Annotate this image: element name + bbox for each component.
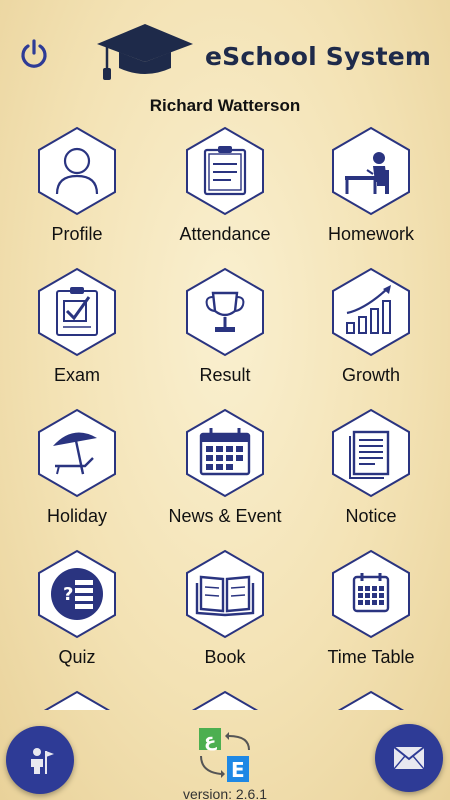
menu-item-result[interactable]: Result [150,261,300,402]
app-title: eSchool System [205,42,432,71]
quiz-icon: ? [38,549,116,639]
homework-icon [332,126,410,216]
menu-item-quiz[interactable]: ? Quiz [2,543,152,684]
menu-item-label: Exam [53,365,100,385]
app-header: eSchool System [0,0,450,90]
menu-item-label: Time Table [327,647,415,667]
svg-text:E: E [231,758,245,782]
visit-button[interactable] [6,726,74,794]
menu-item-label: Result [199,365,251,385]
menu-item-label: News & Event [168,506,282,526]
timetable-icon [332,549,410,639]
calendar-icon [186,408,264,498]
menu-item-label: Book [204,647,246,667]
mail-button[interactable] [375,724,443,792]
menu-item-book[interactable]: Book [150,543,300,684]
profile-icon [38,126,116,216]
menu-item-growth[interactable]: Growth [296,261,446,402]
menu-item-label: Profile [51,224,103,244]
menu-item-holiday[interactable]: Holiday [2,402,152,543]
growth-chart-icon [332,267,410,357]
menu-grid: Profile Attendance Homework Exam Result … [0,120,450,710]
menu-item-exam[interactable]: Exam [2,261,152,402]
menu-item-profile[interactable]: Profile [2,120,152,261]
trophy-icon [186,267,264,357]
beach-umbrella-icon [38,408,116,498]
brand-logo: ع E [193,726,257,786]
menu-item-news-event[interactable]: News & Event [150,402,300,543]
book-icon [186,549,264,639]
version-label: version: 2.6.1 [182,786,268,800]
user-name: Richard Watterson [149,96,301,115]
menu-item-notice[interactable]: Notice [296,402,446,543]
attendance-icon [186,126,264,216]
menu-item-label: Homework [327,224,415,244]
svg-text:?: ? [63,584,73,605]
exam-icon [38,267,116,357]
e-learning-logo-icon: ع E [199,728,250,782]
menu-item-label: Attendance [179,224,271,244]
menu-item-time-table[interactable]: Time Table [296,543,446,684]
mail-icon [393,746,425,770]
menu-item-label: Notice [345,506,397,526]
power-icon [21,39,47,68]
svg-text:ع: ع [204,730,217,751]
menu-item-label: Growth [341,365,401,385]
menu-item-attendance[interactable]: Attendance [150,120,300,261]
menu-item-homework[interactable]: Homework [296,120,446,261]
graduation-cap-icon [97,24,193,80]
power-button[interactable] [18,38,50,70]
menu-item-label: Holiday [46,506,108,526]
notice-icon [332,408,410,498]
app-logo: eSchool System [95,22,431,84]
menu-item-label: Quiz [58,647,96,667]
bottom-bar: ع E version: 2.6.1 [0,704,450,800]
person-flag-icon [31,748,54,774]
